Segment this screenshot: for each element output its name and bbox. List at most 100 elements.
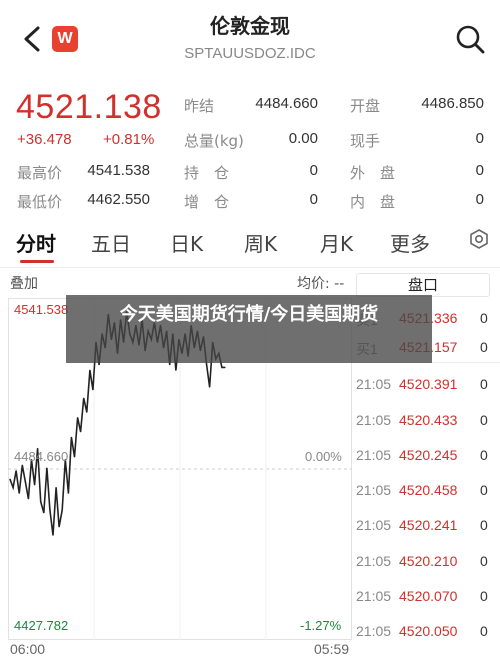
trade-price: 4520.433 — [399, 412, 458, 428]
hand-label: 现手 — [350, 132, 381, 150]
trade-volume: 0 — [480, 517, 488, 533]
trade-time: 21:05 — [356, 553, 392, 569]
trade-row: 21:05 4520.210 0 — [356, 553, 500, 587]
settings-hexagon-icon[interactable] — [468, 228, 490, 250]
outer-value: 0 — [475, 162, 484, 179]
price-point — [209, 386, 211, 388]
price-point — [24, 481, 26, 483]
low-label: 最低价 — [17, 193, 63, 211]
tab-more[interactable]: 更多 — [390, 228, 430, 257]
y-axis-min-label: 4427.782 — [14, 618, 69, 633]
trade-row: 21:05 4520.458 0 — [356, 482, 500, 516]
price-point — [27, 498, 30, 500]
trade-price: 4520.391 — [399, 376, 458, 392]
price-point — [21, 464, 23, 466]
trade-row: 21:05 4520.050 0 — [356, 623, 500, 657]
low-value: 4462.550 — [87, 191, 150, 208]
tab-five-day[interactable]: 五日 — [91, 228, 131, 257]
price-change-pct: +0.81% — [103, 131, 155, 148]
trade-time: 21:05 — [356, 517, 392, 533]
price-point — [83, 397, 85, 399]
price-point — [98, 364, 100, 366]
x-axis-end-label: 05:59 — [314, 641, 350, 657]
price-point — [43, 512, 45, 514]
ask-volume: 0 — [480, 310, 488, 326]
search-icon[interactable] — [455, 24, 485, 54]
y-axis-mid-pct-label: 0.00% — [305, 449, 342, 464]
high-label: 最高价 — [17, 164, 63, 182]
trade-row: 21:05 4520.433 0 — [356, 412, 500, 446]
price-point — [73, 456, 76, 458]
trade-volume: 0 — [480, 482, 488, 498]
price-point — [89, 369, 91, 371]
prev-close-value: 4484.660 — [255, 95, 318, 112]
add-label: 增 仓 — [184, 193, 230, 211]
trade-price: 4520.458 — [399, 482, 458, 498]
price-point — [46, 467, 48, 469]
hold-value: 0 — [309, 162, 318, 179]
bid-volume: 0 — [480, 339, 488, 355]
overlay-title-text: 今天美国期货行情/今日美国期货 — [119, 304, 379, 325]
add-value: 0 — [309, 191, 318, 208]
trade-price: 4520.245 — [399, 447, 458, 463]
page-title: 伦敦金现 — [210, 14, 290, 38]
prev-close-label: 昨结 — [184, 97, 215, 115]
tab-daily-k[interactable]: 日K — [170, 228, 203, 257]
trade-time: 21:05 — [356, 482, 392, 498]
price-point — [92, 389, 94, 391]
price-point — [12, 487, 14, 489]
tab-weekly-k[interactable]: 周K — [244, 228, 277, 257]
trade-volume: 0 — [480, 447, 488, 463]
y-axis-mid-label: 4484.660 — [14, 449, 69, 464]
volume-value: 0.00 — [288, 130, 318, 147]
trade-volume: 0 — [480, 553, 488, 569]
price-point — [18, 492, 20, 494]
trade-volume: 0 — [480, 376, 488, 392]
hand-value: 0 — [475, 130, 484, 147]
trade-row: 21:05 4520.241 0 — [356, 517, 500, 551]
open-label: 开盘 — [350, 97, 381, 115]
price-point — [80, 431, 82, 433]
price-point — [61, 509, 63, 511]
price-point — [15, 470, 17, 472]
price-point — [55, 487, 57, 489]
price-point — [67, 492, 69, 494]
volume-label: 总量(kg) — [184, 132, 244, 150]
trade-time: 21:05 — [356, 588, 392, 604]
outer-label: 外 盘 — [350, 164, 396, 182]
inner-label: 内 盘 — [350, 193, 396, 211]
open-value: 4486.850 — [421, 95, 484, 112]
price-point — [86, 411, 88, 413]
trade-row: 21:05 4520.391 0 — [356, 376, 500, 410]
price-point — [58, 526, 60, 528]
trade-price: 4520.050 — [399, 623, 458, 639]
trade-volume: 0 — [480, 412, 488, 428]
order-book-header[interactable]: 盘口 — [356, 273, 490, 297]
trade-time: 21:05 — [356, 447, 392, 463]
trade-volume: 0 — [480, 588, 488, 604]
price-point — [76, 417, 79, 419]
price-point — [221, 366, 223, 369]
active-tab-indicator — [20, 260, 54, 263]
trade-time: 21:05 — [356, 412, 392, 428]
trade-volume: 0 — [480, 623, 488, 639]
trade-time: 21:05 — [356, 376, 392, 392]
avg-price-label: 均价: -- — [297, 276, 345, 292]
period-tabs: 分时 五日 日K 周K 月K 更多 — [0, 214, 500, 268]
header: W 伦敦金现 SPTAUUSDOZ.IDC — [0, 0, 500, 80]
symbol-code: SPTAUUSDOZ.IDC — [184, 45, 316, 62]
overlay-compare-label[interactable]: 叠加 — [10, 273, 38, 293]
trade-price: 4520.241 — [399, 517, 458, 533]
y-axis-max-label: 4541.538 — [14, 302, 69, 317]
trade-row: 21:05 4520.245 0 — [356, 447, 500, 481]
trade-price: 4520.210 — [399, 553, 458, 569]
tab-intraday[interactable]: 分时 — [16, 228, 56, 257]
trade-time: 21:05 — [356, 623, 392, 639]
price-point — [224, 366, 226, 369]
price-point — [33, 484, 36, 486]
price-point — [9, 478, 11, 480]
tab-monthly-k[interactable]: 月K — [320, 228, 353, 257]
price-point — [40, 500, 42, 503]
price-point — [52, 534, 54, 536]
price-point — [175, 369, 177, 371]
